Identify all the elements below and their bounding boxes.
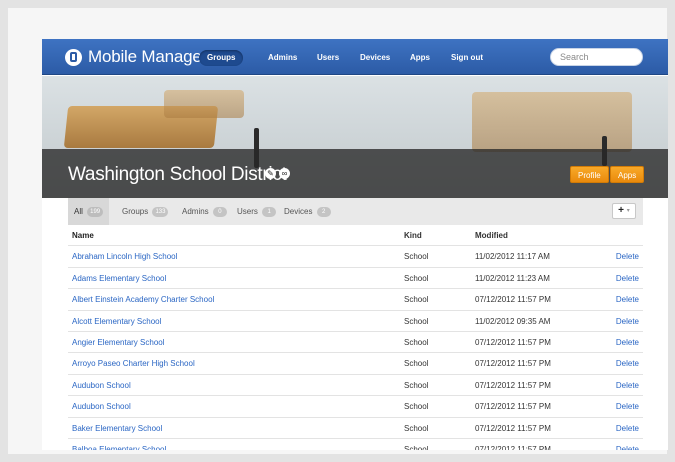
brand-name: Mobile Manager	[88, 47, 208, 66]
top-navbar: Mobile Manager Groups Admins Users Devic…	[42, 39, 668, 75]
table-row: Audubon School School 07/12/2012 11:57 PM D…	[68, 375, 643, 397]
row-name-link[interactable]: Alcott Elementary School	[72, 311, 161, 332]
delete-link[interactable]: Delete	[616, 268, 639, 289]
row-modified: 07/12/2012 11:57 PM	[475, 402, 551, 412]
row-modified: 07/12/2012 11:57 PM	[475, 337, 551, 347]
tab-label: All	[74, 207, 83, 216]
row-modified: 11/02/2012 11:23 AM	[475, 273, 550, 283]
tab-label: Users	[237, 207, 258, 216]
count-badge: 0	[212, 206, 227, 217]
filter-tabs: All 199 Groups 133 Admins 0 Users 1 Devi…	[68, 198, 643, 225]
delete-link[interactable]: Delete	[616, 246, 639, 267]
table-row: Albert Einstein Academy Charter School Sc…	[68, 289, 643, 311]
tab-admins[interactable]: Admins 0	[176, 198, 233, 225]
delete-link[interactable]: Delete	[616, 375, 639, 396]
row-kind: School	[404, 359, 429, 369]
link-icon[interactable]: ∞	[279, 168, 290, 179]
tab-label: Devices	[284, 207, 313, 216]
delete-link[interactable]: Delete	[616, 332, 639, 353]
nav-users[interactable]: Users	[317, 50, 339, 66]
add-button[interactable]: + ▾	[612, 203, 636, 219]
row-name-link[interactable]: Baker Elementary School	[72, 418, 162, 439]
row-modified: 07/12/2012 11:57 PM	[475, 444, 551, 450]
row-name-link[interactable]: Balboa Elementary School	[72, 439, 166, 450]
row-name-link[interactable]: Angier Elementary School	[72, 332, 165, 353]
nav-admins[interactable]: Admins	[268, 50, 297, 66]
table-body: Abraham Lincoln High School School 11/02/2…	[68, 246, 643, 450]
row-name-link[interactable]: Abraham Lincoln High School	[72, 246, 177, 267]
table-row: Adams Elementary School School 11/02/2012 …	[68, 268, 643, 290]
groups-table: Name Kind Modified Abraham Lincoln High …	[68, 225, 643, 450]
tab-label: Admins	[182, 207, 209, 216]
tab-all[interactable]: All 199	[68, 198, 110, 225]
row-modified: 07/12/2012 11:57 PM	[475, 380, 551, 390]
delete-link[interactable]: Delete	[616, 311, 639, 332]
nav-sign-out[interactable]: Sign out	[451, 50, 483, 66]
brand[interactable]: Mobile Manager	[65, 47, 207, 67]
column-header-modified[interactable]: Modified	[475, 225, 508, 246]
row-kind: School	[404, 295, 429, 305]
tab-label: Groups	[122, 207, 149, 216]
row-modified: 07/12/2012 11:57 PM	[475, 359, 551, 369]
plus-icon: +	[618, 205, 625, 216]
table-row: Audubon School School 07/12/2012 11:57 PM D…	[68, 396, 643, 418]
column-header-name[interactable]: Name	[72, 225, 94, 246]
chevron-down-icon: ▾	[626, 208, 630, 214]
mobile-manager-logo-icon	[65, 48, 82, 66]
table-row: Baker Elementary School School 07/12/2012 …	[68, 418, 643, 439]
row-modified: 11/02/2012 11:17 AM	[475, 252, 550, 262]
page-title: Washington School District	[68, 164, 287, 185]
table-row: Balboa Elementary School School 07/12/2012…	[68, 439, 643, 450]
row-name-link[interactable]: Audubon School	[72, 375, 131, 396]
row-kind: School	[404, 423, 429, 433]
delete-link[interactable]: Delete	[616, 439, 639, 450]
apps-button[interactable]: Apps	[610, 166, 645, 183]
row-name-link[interactable]: Adams Elementary School	[72, 268, 166, 289]
row-kind: School	[404, 316, 429, 326]
count-badge: 133	[152, 206, 169, 217]
row-modified: 11/02/2012 09:35 AM	[475, 316, 551, 326]
row-kind: School	[404, 337, 429, 347]
row-kind: School	[404, 273, 429, 283]
tab-devices[interactable]: Devices 2	[278, 198, 337, 225]
delete-link[interactable]: Delete	[616, 353, 639, 374]
tab-users[interactable]: Users 1	[231, 198, 282, 225]
table-row: Arroyo Paseo Charter High School School 07…	[68, 353, 643, 375]
edit-icon[interactable]: ✎	[265, 168, 276, 179]
nav-devices[interactable]: Devices	[360, 50, 390, 66]
nav-apps[interactable]: Apps	[410, 50, 430, 66]
table-row: Angier Elementary School School 07/12/2012…	[68, 332, 643, 354]
profile-button[interactable]: Profile	[570, 166, 609, 183]
table-row: Alcott Elementary School School 11/02/2012…	[68, 311, 643, 332]
column-header-kind[interactable]: Kind	[404, 225, 422, 246]
row-modified: 07/12/2012 11:57 PM	[475, 295, 551, 305]
chair-image	[472, 92, 632, 152]
delete-link[interactable]: Delete	[616, 418, 639, 439]
tab-groups[interactable]: Groups 133	[116, 198, 174, 225]
window-frame: Mobile Manager Groups Admins Users Devic…	[8, 8, 668, 454]
row-name-link[interactable]: Audubon School	[72, 396, 131, 417]
row-modified: 07/12/2012 11:57 PM	[475, 423, 551, 433]
row-name-link[interactable]: Arroyo Paseo Charter High School	[72, 353, 195, 374]
nav-groups[interactable]: Groups	[199, 50, 244, 66]
count-badge: 2	[316, 206, 331, 217]
table-row: Abraham Lincoln High School School 11/02/2…	[68, 246, 643, 268]
delete-link[interactable]: Delete	[616, 289, 639, 310]
chair-image	[164, 90, 244, 118]
row-kind: School	[404, 444, 429, 450]
count-badge: 1	[262, 206, 277, 217]
search-input[interactable]	[550, 48, 643, 66]
delete-link[interactable]: Delete	[616, 396, 639, 417]
row-name-link[interactable]: Albert Einstein Academy Charter School	[72, 289, 214, 310]
app-window: Mobile Manager Groups Admins Users Devic…	[42, 39, 668, 450]
row-kind: School	[404, 402, 429, 412]
row-kind: School	[404, 380, 429, 390]
table-header-row: Name Kind Modified	[68, 225, 643, 247]
count-badge: 199	[87, 206, 104, 217]
row-kind: School	[404, 252, 429, 262]
